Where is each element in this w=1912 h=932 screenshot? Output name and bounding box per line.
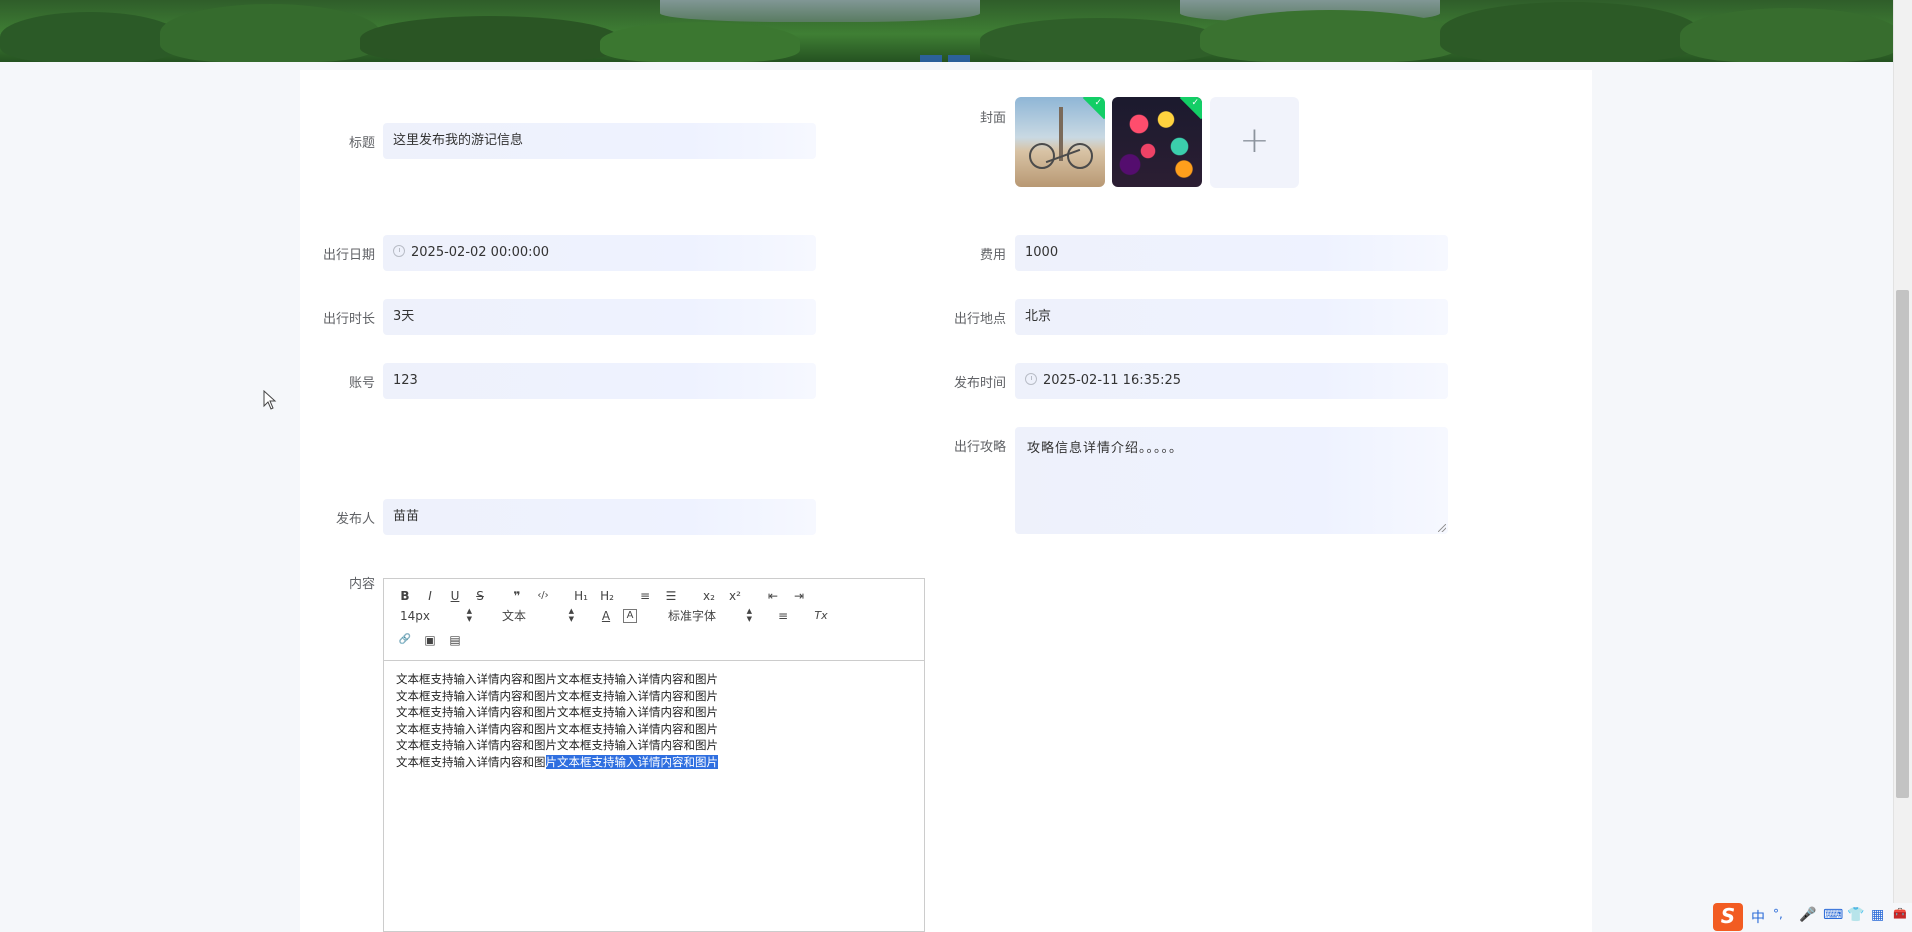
ime-toolbar: S 中 °, 🎤 ⌨ 👕 ▦ 🧰 xyxy=(1713,903,1912,932)
resize-handle[interactable] xyxy=(1438,524,1446,532)
image-button[interactable]: ▣ xyxy=(421,631,439,649)
strike-button[interactable]: S xyxy=(471,587,489,605)
content-line: 文本框支持输入详情内容和图片文本框支持输入详情内容和图片 xyxy=(396,672,718,686)
cover-image-bicycle[interactable]: ✓ xyxy=(1015,97,1105,187)
banner-tree xyxy=(160,4,380,62)
cover-label: 封面 xyxy=(979,111,1006,126)
location-input[interactable]: 北京 xyxy=(1015,299,1448,335)
link-button[interactable]: 🔗 xyxy=(396,631,414,649)
banner-tree xyxy=(1680,8,1893,62)
bold-button[interactable]: B xyxy=(396,587,414,605)
ordered-list-button[interactable]: ≡ xyxy=(636,587,654,605)
subscript-button[interactable]: x₂ xyxy=(700,587,718,605)
duration-label: 出行时长 xyxy=(322,312,375,327)
scrollbar-thumb[interactable] xyxy=(1896,290,1909,798)
title-label: 标题 xyxy=(348,136,375,151)
publisher-input[interactable]: 苗苗 xyxy=(383,499,816,535)
content-line: 文本框支持输入详情内容和图片文本框支持输入详情内容和图片 xyxy=(396,754,912,771)
banner-tree xyxy=(1440,2,1700,62)
check-icon: ✓ xyxy=(1094,98,1102,108)
keyboard-icon[interactable]: ⌨ xyxy=(1823,907,1843,923)
more-icon[interactable]: 🧰 xyxy=(1893,907,1907,920)
banner-tree xyxy=(1200,10,1460,62)
clock-icon xyxy=(1025,373,1037,385)
publish-time-label: 发布时间 xyxy=(953,376,1006,391)
upload-add-button[interactable]: + xyxy=(1210,97,1299,188)
select-arrows-icon: ▲ ▼ xyxy=(568,607,574,623)
text-selection: 片文本框支持输入详情内容和图片 xyxy=(545,754,718,769)
travel-date-label: 出行日期 xyxy=(322,248,375,263)
cost-label: 费用 xyxy=(979,248,1006,263)
banner-tree xyxy=(600,22,800,62)
editor-content[interactable]: 文本框支持输入详情内容和图片文本框支持输入详情内容和图片 文本框支持输入详情内容… xyxy=(384,661,924,780)
title-input[interactable]: 这里发布我的游记信息 xyxy=(383,123,816,159)
banner-tree xyxy=(0,12,180,62)
select-arrows-icon: ▲ ▼ xyxy=(466,607,472,623)
rich-text-editor[interactable]: B I U S ❞ ‹/› H₁ H₂ ≡ ☰ x₂ x² ⇤ ⇥ 14px ▲ ▼… xyxy=(383,578,925,932)
carousel-indicators[interactable] xyxy=(920,48,976,62)
travel-date-picker[interactable]: 2025-02-02 00:00:00 xyxy=(383,235,816,271)
bullet-list-button[interactable]: ☰ xyxy=(662,587,680,605)
content-line: 文本框支持输入详情内容和图片文本框支持输入详情内容和图片 xyxy=(396,738,718,752)
content-label: 内容 xyxy=(348,577,375,592)
font-size-value: 14px xyxy=(400,609,430,623)
indent-button[interactable]: ⇥ xyxy=(790,587,808,605)
strategy-text: 攻略信息详情介绍。。。。。 xyxy=(1027,441,1184,456)
sogou-logo-icon[interactable]: S xyxy=(1713,903,1743,931)
ime-mode-toggle[interactable]: 中 xyxy=(1751,907,1765,927)
underline-button[interactable]: U xyxy=(446,587,464,605)
strategy-textarea[interactable]: 攻略信息详情介绍。。。。。 xyxy=(1015,427,1448,534)
strategy-label: 出行攻略 xyxy=(953,440,1006,455)
cover-image-pinwheels[interactable]: ✓ xyxy=(1112,97,1202,187)
blockquote-button[interactable]: ❞ xyxy=(508,587,526,605)
header-select[interactable]: 文本 ▲ ▼ xyxy=(502,607,574,625)
font-family-value: 标准字体 xyxy=(668,609,717,623)
font-size-select[interactable]: 14px ▲ ▼ xyxy=(400,607,472,625)
publish-time-picker[interactable]: 2025-02-11 16:35:25 xyxy=(1015,363,1448,399)
video-button[interactable]: ▤ xyxy=(446,631,464,649)
background-color-button[interactable]: A xyxy=(623,609,637,623)
italic-button[interactable]: I xyxy=(421,587,439,605)
publish-time-value: 2025-02-11 16:35:25 xyxy=(1043,373,1182,388)
banner-sky xyxy=(660,0,980,22)
cost-input[interactable]: 1000 xyxy=(1015,235,1448,271)
account-input[interactable]: 123 xyxy=(383,363,816,399)
content-line-plain: 文本框支持输入详情内容和图 xyxy=(396,754,546,769)
check-icon: ✓ xyxy=(1191,98,1199,108)
code-block-button[interactable]: ‹/› xyxy=(534,587,552,605)
content-line: 文本框支持输入详情内容和图片文本框支持输入详情内容和图片 xyxy=(396,688,718,703)
content-line: 文本框支持输入详情内容和图片文本框支持输入详情内容和图片 xyxy=(396,705,718,719)
banner-tree xyxy=(360,16,620,62)
select-arrows-icon: ▲ ▼ xyxy=(746,607,752,623)
mouse-cursor-icon xyxy=(263,390,277,410)
align-button[interactable]: ≡ xyxy=(774,607,792,625)
travel-date-value: 2025-02-02 00:00:00 xyxy=(411,245,550,260)
publisher-label: 发布人 xyxy=(335,512,375,527)
content-line: 文本框支持输入详情内容和图片文本框支持输入详情内容和图片 xyxy=(396,721,718,736)
text-color-button[interactable]: A xyxy=(597,607,615,625)
editor-toolbar: B I U S ❞ ‹/› H₁ H₂ ≡ ☰ x₂ x² ⇤ ⇥ 14px ▲ ▼… xyxy=(384,579,924,661)
account-label: 账号 xyxy=(348,376,375,391)
header-banner-image xyxy=(0,0,1893,62)
banner-tree xyxy=(980,18,1220,62)
outdent-button[interactable]: ⇤ xyxy=(764,587,782,605)
location-label: 出行地点 xyxy=(953,312,1006,327)
header-value: 文本 xyxy=(502,609,527,623)
header-2-button[interactable]: H₂ xyxy=(598,587,616,605)
clean-format-button[interactable]: Tx xyxy=(812,607,830,625)
superscript-button[interactable]: x² xyxy=(726,587,744,605)
mic-icon[interactable]: 🎤 xyxy=(1799,907,1816,923)
ime-punct-toggle[interactable]: °, xyxy=(1773,907,1783,921)
duration-input[interactable]: 3天 xyxy=(383,299,816,335)
font-family-select[interactable]: 标准字体 ▲ ▼ xyxy=(668,607,752,625)
shirt-icon[interactable]: 👕 xyxy=(1847,907,1864,923)
clock-icon xyxy=(393,245,405,257)
header-1-button[interactable]: H₁ xyxy=(572,587,590,605)
grid-icon[interactable]: ▦ xyxy=(1871,907,1884,923)
